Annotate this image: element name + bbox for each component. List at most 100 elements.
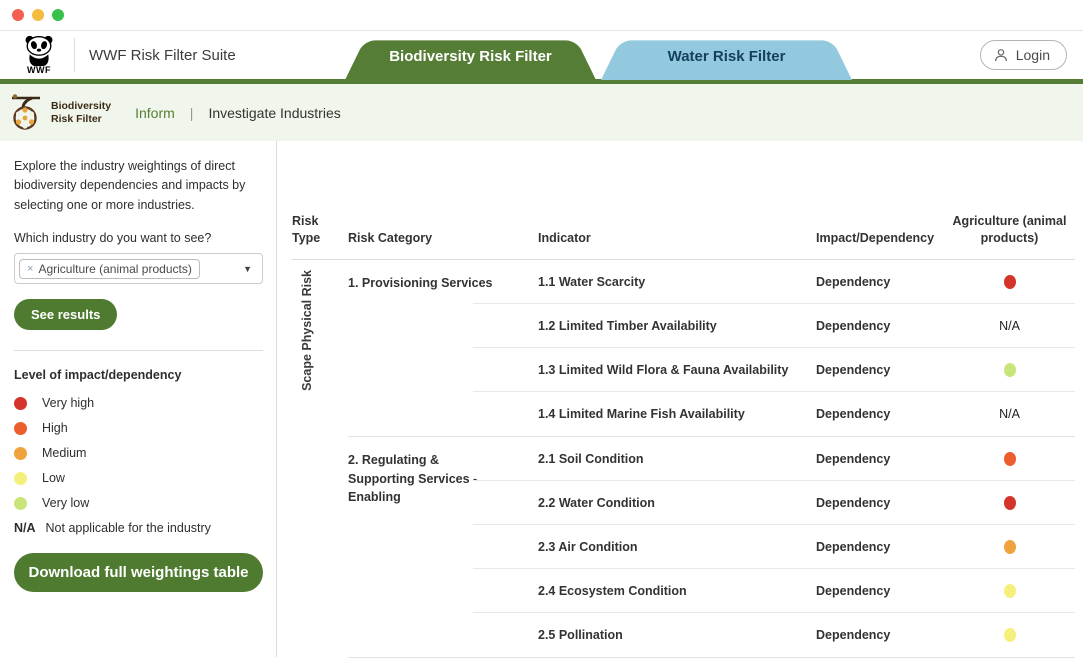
nav-link-investigate-industries[interactable]: Investigate Industries [208,105,340,121]
col-header-industry: Agriculture (animal products) [952,214,1067,245]
rating-dot [1003,274,1016,289]
table-row: 1.4 Limited Marine Fish Availability Depe… [538,392,1075,436]
rating-cell [944,539,1075,554]
selected-industry-label: Agriculture (animal products) [38,261,192,276]
col-header-risk-type: Risk Type [292,214,321,245]
rating-cell [944,495,1075,510]
legend-item: Low [14,471,263,485]
chevron-down-icon[interactable]: ▼ [243,264,252,274]
impact-dependency-cell: Dependency [816,362,891,377]
legend-label: Very low [42,496,90,511]
rating-cell [944,583,1075,598]
rating-dot [1003,539,1016,554]
rating-cell: N/A [944,319,1075,333]
na-value: N/A [999,406,1020,421]
legend-dot [14,421,27,435]
user-icon [994,49,1007,62]
legend-dot [14,446,27,460]
legend-na-row: N/A Not applicable for the industry [14,521,263,535]
rating-cell: N/A [944,407,1075,421]
table-row: 2.4 Ecosystem Condition Dependency [473,569,1075,613]
impact-dependency-cell: Dependency [816,451,891,466]
see-results-button[interactable]: See results [14,299,118,331]
col-header-risk-category: Risk Category [348,230,433,245]
biodiversity-risk-filter-logo: Biodiversity Risk Filter [10,93,111,133]
sidebar-intro-text: Explore the industry weightings of direc… [14,159,246,212]
table-section: 2. Regulating & Supporting Services - En… [348,435,1075,657]
impact-dependency-cell: Dependency [816,583,891,598]
legend-dot [14,396,27,410]
na-abbr: N/A [14,521,36,536]
tab-water-risk-filter[interactable]: Water Risk Filter [601,33,852,80]
rating-cell [944,274,1075,289]
impact-dependency-cell: Dependency [816,495,891,510]
legend-item: Medium [14,446,263,460]
brf-logo-line2: Risk Filter [51,112,102,125]
risk-type-column: Scape Physical Risk [292,260,348,658]
sidebar: Explore the industry weightings of direc… [0,141,277,657]
table-row: 1.2 Limited Timber Availability Dependenc… [473,304,1075,348]
table-row: 2.5 Pollination Dependency [538,613,1075,657]
risk-category-cell: 2. Regulating & Supporting Services - En… [348,452,478,505]
section-rows: 1.1 Water Scarcity Dependency 1.2 Limited … [473,260,1075,436]
indicator-cell: 2.5 Pollination [538,627,623,642]
nav-separator: | [189,104,194,121]
risk-category-cell: 1. Provisioning Services [348,275,493,290]
na-value: N/A [999,318,1020,333]
impact-dependency-cell: Dependency [816,318,891,333]
risk-type-rotated-label: Scape Physical Risk [300,269,314,391]
window-minimize-button[interactable] [32,9,44,21]
industry-select[interactable]: × Agriculture (animal products) ▼ [14,253,263,285]
col-header-impact-dependency: Impact/Dependency [816,230,935,245]
table-row: 1.3 Limited Wild Flora & Fauna Availabil… [473,348,1075,392]
rating-dot [1003,583,1016,598]
chameleon-tail-icon [12,93,40,130]
indicator-cell: 1.2 Limited Timber Availability [538,318,717,333]
wwf-wordmark: WWF [27,65,51,75]
download-weightings-button[interactable]: Download full weightings table [14,553,263,593]
window-close-button[interactable] [12,9,24,21]
app-header: WWF WWF Risk Filter Suite Biodiversity R… [0,31,1083,84]
content: Explore the industry weightings of direc… [0,141,1083,658]
rating-dot [1003,362,1016,377]
tab-label: Biodiversity Risk Filter [389,48,552,65]
legend-item: Very high [14,396,263,410]
remove-tag-icon[interactable]: × [27,263,33,275]
table-row: 2.1 Soil Condition Dependency [473,437,1075,481]
tab-biodiversity-risk-filter[interactable]: Biodiversity Risk Filter [345,33,596,80]
impact-dependency-cell: Dependency [816,274,891,289]
table-row: 2.3 Air Condition Dependency [473,525,1075,569]
login-button[interactable]: Login [979,40,1067,70]
indicator-cell: 1.3 Limited Wild Flora & Fauna Availabil… [538,362,789,377]
impact-dependency-cell: Dependency [816,406,891,421]
window-zoom-button[interactable] [52,9,64,21]
impact-dependency-cell: Dependency [816,539,891,554]
tab-label: Water Risk Filter [667,48,786,65]
legend-item: High [14,421,263,435]
legend-label: Medium [42,446,87,461]
legend-list: Very high High Medium Low Very low [14,396,263,510]
col-header-indicator: Indicator [538,230,591,245]
rating-cell [944,627,1075,642]
table-row: 2.2 Water Condition Dependency [473,481,1075,525]
window-titlebar [0,0,1083,31]
impact-dependency-cell: Dependency [816,627,891,642]
rating-cell [944,362,1075,377]
brf-logo-text: Biodiversity Risk Filter [51,100,111,125]
section-rows: 2.1 Soil Condition Dependency 2.2 Water Co… [473,437,1075,657]
wwf-brand: WWF WWF Risk Filter Suite [0,35,236,75]
indicator-cell: 1.1 Water Scarcity [538,274,646,289]
table-sections: 1. Provisioning Services 1.1 Water Scarci… [348,260,1075,658]
nav-link-inform[interactable]: Inform [135,105,175,121]
indicator-cell: 2.4 Ecosystem Condition [538,583,687,598]
weightings-table: Risk Type Risk Category Indicator Impact… [277,141,1083,658]
legend-title: Level of impact/dependency [14,368,182,383]
rating-dot [1003,451,1016,466]
table-header-row: Risk Type Risk Category Indicator Impact… [292,213,1075,260]
indicator-cell: 2.1 Soil Condition [538,451,644,466]
industry-question-label: Which industry do you want to see? [14,231,212,246]
wwf-panda-logo: WWF [18,35,60,75]
na-description: Not applicable for the industry [45,521,211,536]
product-tabs: Biodiversity Risk Filter Water Risk Filt… [345,33,852,80]
legend-label: Low [42,471,65,486]
